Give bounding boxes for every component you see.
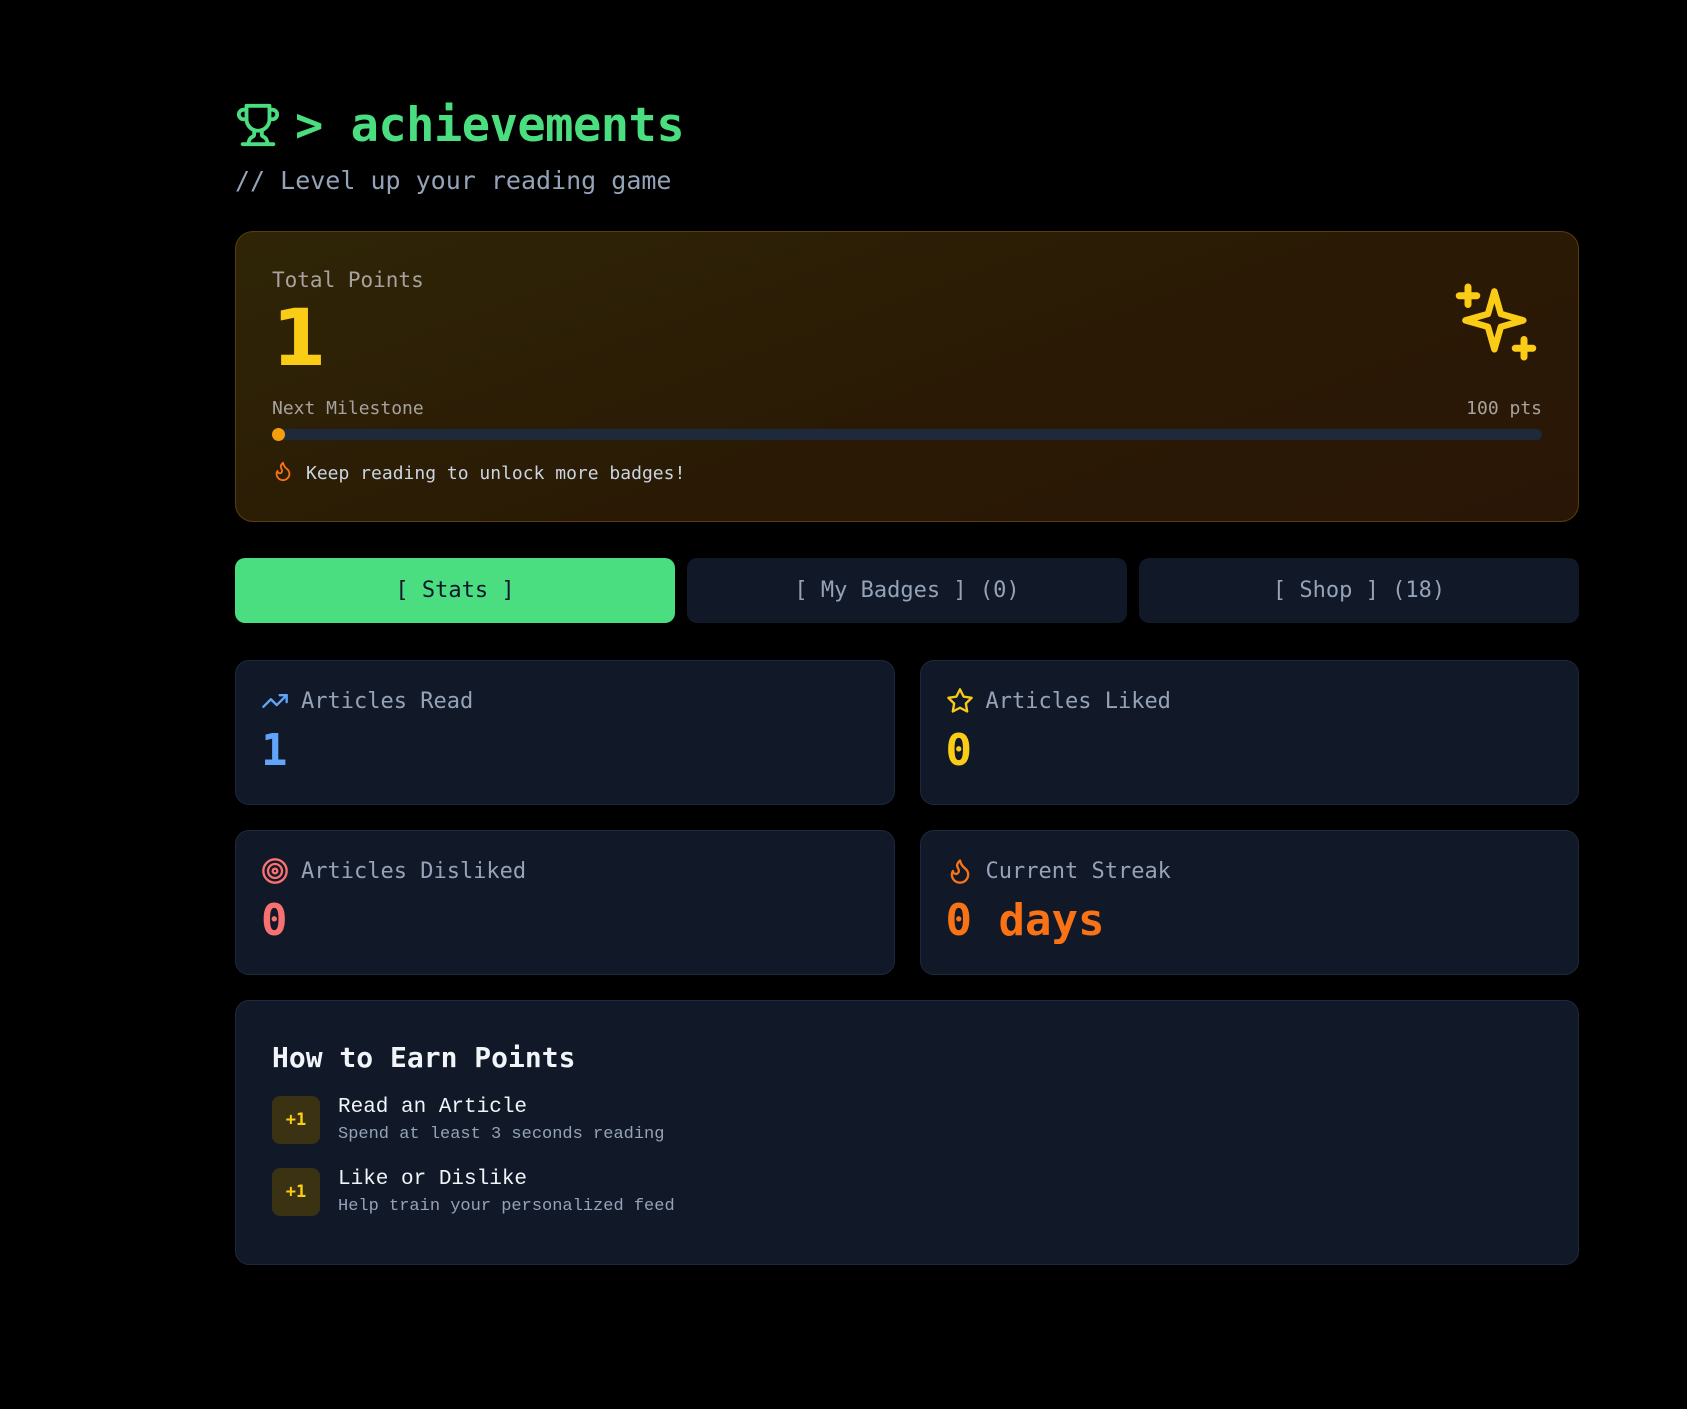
- points-hint: Keep reading to unlock more badges!: [272, 460, 1542, 487]
- trending-up-icon: [261, 687, 289, 715]
- stat-card-articles-read: Articles Read 1: [235, 660, 895, 805]
- stat-label: Articles Disliked: [301, 858, 527, 884]
- stat-value: 0: [945, 725, 973, 776]
- stat-label: Current Streak: [985, 858, 1171, 884]
- stat-label: Articles Read: [301, 688, 474, 714]
- milestone-progress-bar: [272, 428, 1542, 441]
- stat-card-current-streak: Current Streak 0 days: [919, 830, 1579, 975]
- how-to-earn-card: How to Earn Points +1 Read an Article Sp…: [235, 1000, 1579, 1265]
- points-badge: +1: [272, 1168, 320, 1216]
- target-icon: [261, 857, 289, 885]
- achievements-page: > achievements // Level up your reading …: [235, 90, 1579, 1265]
- milestone-label: Next Milestone: [272, 398, 424, 419]
- earn-item-desc: Spend at least 3 seconds reading: [338, 1125, 665, 1144]
- page-header: > achievements: [235, 90, 1579, 160]
- tab-my-badges[interactable]: [ My Badges ] (0): [687, 558, 1127, 623]
- total-points-card: Total Points 1 Next Milestone 100 pts Ke…: [235, 231, 1579, 522]
- how-to-earn-title: How to Earn Points: [272, 1041, 576, 1074]
- earn-item: +1 Read an Article Spend at least 3 seco…: [272, 1096, 1542, 1144]
- stat-label: Articles Liked: [985, 688, 1171, 714]
- points-badge: +1: [272, 1096, 320, 1144]
- star-icon: [946, 687, 974, 715]
- stats-grid: Articles Read 1 Articles Liked 0 Article…: [235, 660, 1579, 975]
- page-title: > achievements: [295, 97, 685, 153]
- stat-value: 1: [261, 725, 288, 776]
- trophy-icon: [235, 102, 281, 148]
- flame-icon: [272, 460, 294, 487]
- stat-card-articles-disliked: Articles Disliked 0: [235, 830, 895, 975]
- earn-item: +1 Like or Dislike Help train your perso…: [272, 1168, 1542, 1216]
- milestone-progress-fill: [272, 428, 285, 441]
- tab-shop[interactable]: [ Shop ] (18): [1139, 558, 1579, 623]
- page-subtitle: // Level up your reading game: [235, 166, 672, 195]
- earn-item-title: Like or Dislike: [338, 1168, 528, 1191]
- milestone-target: 100 pts: [1466, 398, 1542, 419]
- stat-card-articles-liked: Articles Liked 0: [919, 660, 1579, 805]
- flame-icon: [946, 857, 974, 885]
- earn-item-title: Read an Article: [338, 1096, 528, 1119]
- tab-bar: [ Stats ] [ My Badges ] (0) [ Shop ] (18…: [235, 558, 1579, 623]
- tab-stats[interactable]: [ Stats ]: [235, 558, 675, 623]
- earn-item-desc: Help train your personalized feed: [338, 1197, 675, 1216]
- milestone-row: Next Milestone 100 pts: [272, 398, 1542, 419]
- sparkles-icon: [1454, 280, 1538, 364]
- stat-value: 0 days: [945, 895, 1105, 946]
- total-points-label: Total Points: [272, 268, 424, 292]
- stat-value: 0: [261, 895, 288, 946]
- points-hint-text: Keep reading to unlock more badges!: [306, 463, 686, 484]
- total-points-value: 1: [272, 294, 327, 384]
